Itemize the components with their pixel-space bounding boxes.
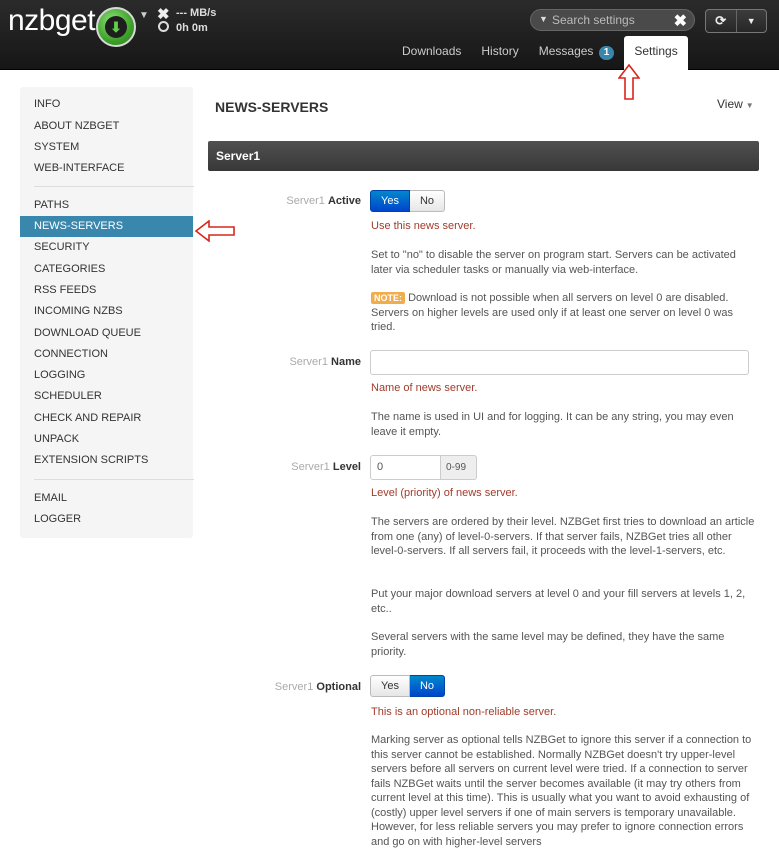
- sidebar-item-connection[interactable]: CONNECTION: [20, 344, 193, 365]
- option-description: The name is used in UI and for logging. …: [371, 411, 734, 438]
- option-label-optional: Server1 Optional: [275, 681, 361, 693]
- download-status-badge[interactable]: ⬇: [96, 7, 136, 47]
- annotation-arrow-up-icon: [618, 64, 640, 100]
- sidebar-item-rss-feeds[interactable]: RSS FEEDS: [20, 280, 193, 301]
- note-text: Download is not possible when all server…: [371, 292, 733, 333]
- download-speed: --- MB/s: [176, 7, 217, 19]
- sidebar-item-categories[interactable]: CATEGORIES: [20, 259, 193, 280]
- option-label-active: Server1 Active: [286, 195, 361, 207]
- tab-history[interactable]: History: [471, 36, 528, 70]
- level-range-addon: 0-99: [441, 455, 477, 480]
- sidebar-item-unpack[interactable]: UNPACK: [20, 429, 193, 450]
- option-short-description: Level (priority) of news server.: [371, 487, 518, 499]
- view-dropdown-label: View: [717, 97, 743, 111]
- chevron-down-icon[interactable]: ▼: [139, 10, 149, 21]
- main-tabs: Downloads History Messages 1 Settings: [392, 36, 688, 70]
- active-no-button[interactable]: No: [409, 190, 446, 212]
- note-badge: NOTE:: [371, 292, 405, 304]
- optional-no-button[interactable]: No: [409, 675, 446, 697]
- sidebar-item-extension-scripts[interactable]: EXTENSION SCRIPTS: [20, 450, 193, 471]
- sidebar-divider: [34, 479, 194, 480]
- sidebar-item-email[interactable]: EMAIL: [20, 488, 193, 509]
- sidebar-item-check-and-repair[interactable]: CHECK AND REPAIR: [20, 408, 193, 429]
- option-prefix: Server1: [274, 681, 314, 693]
- settings-sidebar: INFO ABOUT NZBGET SYSTEM WEB-INTERFACE P…: [20, 87, 194, 538]
- sidebar-item-security[interactable]: SECURITY: [20, 237, 193, 258]
- active-toggle: Yes No: [370, 190, 446, 212]
- refresh-button-group[interactable]: ⟳ ▼: [705, 9, 767, 33]
- tab-messages[interactable]: Messages 1: [529, 36, 625, 70]
- sidebar-item-incoming-nzbs[interactable]: INCOMING NZBS: [20, 301, 193, 322]
- view-dropdown[interactable]: View ▼: [717, 97, 754, 111]
- option-name: Name: [331, 356, 361, 368]
- sidebar-item-web-interface[interactable]: WEB-INTERFACE: [20, 158, 193, 179]
- chevron-down-icon: ▼: [745, 101, 754, 110]
- sidebar-item-logger[interactable]: LOGGER: [20, 509, 193, 530]
- sidebar-item-about-nzbget[interactable]: ABOUT NZBGET: [20, 116, 193, 137]
- option-prefix: Server1: [289, 356, 328, 368]
- option-description: Put your major download servers at level…: [371, 588, 746, 615]
- top-navbar: nzbget ⬇ ▼ ✖ --- MB/s 0h 0m ▼ ✖ ⟳ ▼ Down…: [0, 0, 779, 70]
- option-description: The servers are ordered by their level. …: [371, 516, 755, 557]
- sidebar-divider: [34, 186, 194, 187]
- refresh-menu-chevron-icon[interactable]: ▼: [735, 10, 767, 32]
- sidebar-item-system[interactable]: SYSTEM: [20, 137, 193, 158]
- sidebar-item-paths[interactable]: PATHS: [20, 195, 193, 216]
- sidebar-item-download-queue[interactable]: DOWNLOAD QUEUE: [20, 323, 193, 344]
- search-settings[interactable]: ▼ ✖: [530, 9, 695, 31]
- download-arrow-icon: ⬇: [105, 16, 127, 38]
- remaining-time: 0h 0m: [176, 22, 208, 34]
- app-logo[interactable]: nzbget: [8, 4, 96, 38]
- option-name: Level: [332, 461, 361, 473]
- option-short-description: Name of news server.: [371, 382, 478, 394]
- option-short-description: Use this news server.: [371, 220, 476, 232]
- option-label-level: Server1 Level: [291, 461, 361, 473]
- sidebar-item-info[interactable]: INFO: [20, 94, 193, 115]
- search-input[interactable]: [552, 12, 672, 28]
- optional-yes-button[interactable]: Yes: [370, 675, 410, 697]
- option-description: Set to "no" to disable the server on pro…: [371, 249, 736, 276]
- clear-search-icon[interactable]: ✖: [674, 11, 687, 31]
- sidebar-item-scheduler[interactable]: SCHEDULER: [20, 386, 193, 407]
- search-menu-icon[interactable]: ▼: [539, 14, 548, 24]
- annotation-arrow-left-icon: [195, 220, 235, 242]
- clock-icon: [158, 21, 169, 32]
- option-short-description: This is an optional non-reliable server.: [371, 706, 557, 718]
- option-prefix: Server1: [291, 461, 330, 473]
- server-level-input[interactable]: 0: [370, 455, 441, 480]
- tab-downloads[interactable]: Downloads: [392, 36, 471, 70]
- option-note: NOTE: Download is not possible when all …: [371, 291, 759, 335]
- option-prefix: Server1: [286, 195, 325, 207]
- option-description: Several servers with the same level may …: [371, 631, 725, 658]
- active-yes-button[interactable]: Yes: [370, 190, 410, 212]
- server-name-input[interactable]: [370, 350, 749, 375]
- option-name: Active: [327, 195, 361, 207]
- server-section-header[interactable]: Server1: [208, 141, 759, 171]
- option-label-name: Server1 Name: [289, 356, 361, 368]
- page-title: NEWS-SERVERS: [215, 99, 329, 115]
- option-name: Optional: [316, 681, 361, 693]
- tab-messages-label: Messages: [538, 44, 594, 58]
- messages-count-badge: 1: [598, 46, 615, 60]
- option-description: Marking server as optional tells NZBGet …: [371, 734, 752, 848]
- refresh-icon[interactable]: ⟳: [706, 10, 736, 32]
- sidebar-item-logging[interactable]: LOGGING: [20, 365, 193, 386]
- sidebar-item-news-servers[interactable]: NEWS-SERVERS: [20, 216, 193, 237]
- optional-toggle: Yes No: [370, 675, 446, 697]
